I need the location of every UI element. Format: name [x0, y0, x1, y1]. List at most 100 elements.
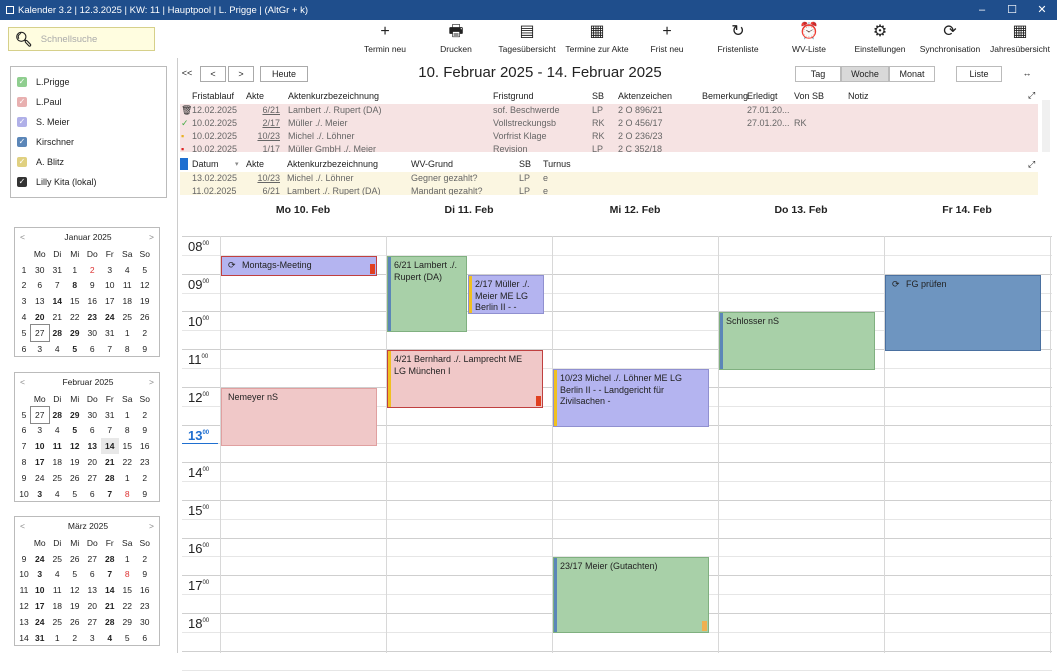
mini-calendar-day[interactable]: 2 [136, 470, 154, 486]
column-header[interactable]: Aktenkurzbezeichnung [288, 91, 379, 101]
mini-calendar-day[interactable]: 6 [31, 278, 49, 294]
minimize-button[interactable]: – [967, 0, 997, 20]
first-button[interactable]: << [180, 66, 194, 82]
mini-calendar-day[interactable]: 22 [119, 598, 137, 614]
close-button[interactable]: ✕ [1027, 0, 1057, 20]
mini-calendar-day[interactable]: 23 [136, 454, 154, 470]
mini-calendar-day[interactable]: 16 [84, 293, 102, 309]
deadline-row[interactable]: ▪ 10.02.2025 10/23 Michel ./. Löhner Vorfris… [180, 130, 1038, 143]
toolbar-button-2[interactable]: ▤ Tagesübersicht [489, 22, 565, 54]
mini-calendar-day[interactable]: 17 [31, 454, 49, 470]
calendar-event[interactable]: 6/21 Lambert ./. Rupert (DA) [387, 256, 467, 332]
next-button[interactable]: > [228, 66, 254, 82]
mini-calendar-prev[interactable]: < [20, 521, 25, 531]
user-item[interactable]: ✓ L.Prigge [17, 73, 70, 91]
mini-calendar-day[interactable]: 30 [31, 262, 49, 278]
mini-calendar-day[interactable]: 17 [31, 598, 49, 614]
mini-calendar-day[interactable]: 18 [119, 293, 137, 309]
mini-calendar-day[interactable]: 20 [84, 598, 102, 614]
mini-calendar-day[interactable]: 3 [84, 630, 102, 646]
toolbar-button-9[interactable]: ▦ Jahresübersicht [982, 22, 1057, 54]
mini-calendar-day[interactable]: 24 [31, 551, 49, 567]
mini-calendar-day[interactable]: 25 [49, 614, 67, 630]
user-item[interactable]: ✓ Lilly Kita (lokal) [17, 173, 97, 191]
mini-calendar-day[interactable]: 5 [66, 341, 84, 357]
mini-calendar-day[interactable]: 29 [119, 614, 137, 630]
mini-calendar-day[interactable]: 18 [49, 454, 67, 470]
mini-calendar-day[interactable]: 1 [119, 325, 137, 341]
mini-calendar-day[interactable]: 26 [136, 309, 154, 325]
mini-calendar-day[interactable]: 4 [49, 486, 67, 502]
mini-calendar-day[interactable]: 8 [119, 567, 137, 583]
mini-calendar-day[interactable]: 20 [31, 309, 49, 325]
mini-calendar-day[interactable]: 28 [101, 551, 119, 567]
mini-calendar-day[interactable]: 4 [49, 341, 67, 357]
mini-calendar-day[interactable]: 9 [84, 278, 102, 294]
mini-calendar-day[interactable]: 29 [66, 407, 84, 423]
toolbar-button-0[interactable]: + Termin neu [347, 22, 423, 54]
mini-calendar-day[interactable]: 5 [136, 262, 154, 278]
deadline-row[interactable]: ▪ 10.02.2025 1/17 Müller GmbH ./. Meier Revi… [180, 143, 1038, 152]
mini-calendar-day[interactable]: 15 [119, 582, 137, 598]
mini-calendar-day[interactable]: 9 [136, 423, 154, 439]
mini-calendar-day[interactable]: 4 [101, 630, 119, 646]
mini-calendar-day[interactable]: 29 [66, 325, 84, 341]
mini-calendar-day[interactable]: 4 [119, 262, 137, 278]
mini-calendar-day[interactable]: 6 [84, 486, 102, 502]
mini-calendar-day[interactable]: 23 [84, 309, 102, 325]
mini-calendar-day[interactable]: 27 [84, 551, 102, 567]
mini-calendar-day[interactable]: 31 [101, 325, 119, 341]
calendar-event[interactable]: Nemeyer nS [221, 388, 377, 446]
mini-calendar-day[interactable]: 8 [119, 341, 137, 357]
mini-calendar-day[interactable]: 13 [31, 293, 49, 309]
mini-calendar-day[interactable]: 30 [84, 325, 102, 341]
mini-calendar-day[interactable]: 6 [136, 630, 154, 646]
mini-calendar-day[interactable]: 8 [66, 278, 84, 294]
user-checkbox[interactable]: ✓ [17, 77, 27, 87]
mini-calendar-day[interactable]: 7 [101, 567, 119, 583]
mini-calendar-day[interactable]: 5 [66, 423, 84, 439]
mini-calendar-day[interactable]: 3 [31, 423, 49, 439]
mini-calendar-day[interactable]: 30 [84, 407, 102, 423]
mini-calendar-day[interactable]: 16 [136, 438, 154, 454]
mini-calendar-day[interactable]: 24 [31, 470, 49, 486]
mini-calendar-day[interactable]: 12 [66, 438, 84, 454]
mini-calendar-next[interactable]: > [149, 521, 154, 531]
mini-calendar-next[interactable]: > [149, 232, 154, 242]
mini-calendar-day[interactable]: 15 [119, 438, 137, 454]
mini-calendar-day[interactable]: 11 [119, 278, 137, 294]
mini-calendar-day[interactable]: 20 [84, 454, 102, 470]
view-week-button[interactable]: Woche [841, 66, 889, 82]
mini-calendar-day[interactable]: 24 [101, 309, 119, 325]
toolbar-button-1[interactable]: 🖶 Drucken [418, 22, 494, 54]
mini-calendar-day[interactable]: 1 [119, 551, 137, 567]
mini-calendar-day[interactable]: 6 [84, 567, 102, 583]
mini-calendar-day[interactable]: 6 [84, 341, 102, 357]
deadline-scrollbar[interactable] [1042, 100, 1050, 152]
column-header[interactable]: SB [592, 91, 604, 101]
user-item[interactable]: ✓ S. Meier [17, 113, 70, 131]
mini-calendar-prev[interactable]: < [20, 232, 25, 242]
mini-calendar-day[interactable]: 7 [49, 278, 67, 294]
mini-calendar-day[interactable]: 8 [119, 486, 137, 502]
maximize-button[interactable]: ☐ [997, 0, 1027, 20]
day-header[interactable]: Do 13. Feb [718, 204, 884, 220]
mini-calendar-day[interactable]: 28 [101, 470, 119, 486]
mini-calendar-day[interactable]: 2 [84, 262, 102, 278]
day-header[interactable]: Mo 10. Feb [220, 204, 386, 220]
mini-calendar-day[interactable]: 1 [66, 262, 84, 278]
mini-calendar-day[interactable]: 7 [101, 423, 119, 439]
calendar-event[interactable]: 10/23 Michel ./. Löhner ME LG Berlin II … [553, 369, 709, 427]
mini-calendar-day[interactable]: 2 [136, 325, 154, 341]
mini-calendar-day[interactable]: 28 [49, 407, 67, 423]
column-header[interactable]: Fristgrund [493, 91, 534, 101]
mini-calendar-day[interactable]: 2 [136, 551, 154, 567]
mini-calendar-day[interactable]: 27 [30, 323, 50, 342]
expand-icon[interactable]: ↔ [1012, 66, 1042, 82]
mini-calendar-day[interactable]: 31 [101, 407, 119, 423]
mini-calendar-day[interactable]: 1 [119, 407, 137, 423]
mini-calendar-day[interactable]: 10 [101, 278, 119, 294]
mini-calendar-day[interactable]: 11 [49, 582, 67, 598]
mini-calendar-day[interactable]: 6 [84, 423, 102, 439]
day-header[interactable]: Mi 12. Feb [552, 204, 718, 220]
